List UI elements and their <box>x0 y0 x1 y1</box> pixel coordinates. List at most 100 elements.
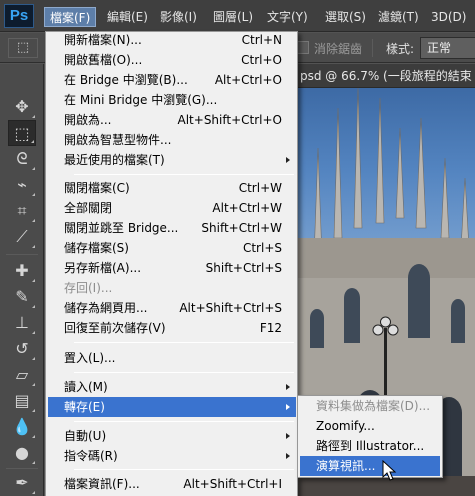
menu-item-new[interactable]: 開新檔案(N)... Ctrl+N <box>48 30 296 50</box>
submenu-item-paths-illustrator[interactable]: 路徑到 Illustrator... <box>300 436 440 456</box>
menu-edit[interactable]: 編輯(E) <box>102 7 153 27</box>
photoshop-logo: Ps <box>4 4 34 28</box>
menu-item-label: 全部關閉 <box>64 201 113 215</box>
menu-item-shortcut: Alt+Shift+Ctrl+O <box>177 113 282 127</box>
menu-item-label: 最近使用的檔案(T) <box>64 153 165 167</box>
menu-item-export[interactable]: 轉存(E) <box>48 397 296 417</box>
menu-item-label: 關閉檔案(C) <box>64 181 130 195</box>
lasso-icon[interactable]: ᘓ <box>8 146 36 172</box>
eyedropper-icon[interactable]: ⟋ <box>8 224 36 250</box>
menu-item-shortcut: Ctrl+W <box>238 181 282 195</box>
menu-layer[interactable]: 圖層(L) <box>208 7 258 27</box>
blur-icon[interactable]: 💧 <box>8 414 36 440</box>
menu-filter[interactable]: 濾鏡(T) <box>373 7 424 27</box>
menu-item-import[interactable]: 讀入(M) <box>48 377 296 397</box>
menu-item-label: 關閉並跳至 Bridge... <box>64 221 179 235</box>
submenu-item-label: 資料集做為檔案(D)... <box>316 399 431 413</box>
menu-item-open[interactable]: 開啟舊檔(O)... Ctrl+O <box>48 50 296 70</box>
submenu-item-zoomify[interactable]: Zoomify... <box>300 416 440 436</box>
menu-item-label: 回復至前次儲存(V) <box>64 321 166 335</box>
menu-item-close-go-bridge[interactable]: 關閉並跳至 Bridge... Shift+Ctrl+W <box>48 218 296 238</box>
menu-item-close[interactable]: 關閉檔案(C) Ctrl+W <box>48 178 296 198</box>
menu-item-recent-files[interactable]: 最近使用的檔案(T) <box>48 150 296 170</box>
mouse-cursor-icon <box>382 460 397 481</box>
move-tool-icon[interactable]: ✥ <box>8 94 36 120</box>
menu-separator <box>74 372 294 373</box>
crop-icon[interactable]: ⌗ <box>8 198 36 224</box>
eraser-icon[interactable]: ▱ <box>8 362 36 388</box>
menu-separator <box>74 342 294 343</box>
submenu-arrow-icon <box>286 404 290 410</box>
clone-stamp-icon[interactable]: ⊥ <box>8 310 36 336</box>
menu-item-label: 置入(L)... <box>64 351 116 365</box>
menu-item-shortcut: Ctrl+N <box>241 33 282 47</box>
menu-item-label: 在 Mini Bridge 中瀏覽(G)... <box>64 93 218 107</box>
menu-item-scripts[interactable]: 指令碼(R) <box>48 446 296 466</box>
tools-divider <box>6 468 38 469</box>
menu-item-label: 存回(I)... <box>64 281 113 295</box>
menu-item-save-as[interactable]: 另存新檔(A)... Shift+Ctrl+S <box>48 258 296 278</box>
menu-type[interactable]: 文字(Y) <box>262 7 313 27</box>
style-select[interactable]: 正常 <box>420 37 475 59</box>
menu-item-browse-bridge[interactable]: 在 Bridge 中瀏覽(B)... Alt+Ctrl+O <box>48 70 296 90</box>
quick-select-icon[interactable]: ⌁ <box>8 172 36 198</box>
menu-item-label: 指令碼(R) <box>64 449 118 463</box>
menu-item-place[interactable]: 置入(L)... <box>48 348 296 368</box>
submenu-item-render-video[interactable]: 演算視訊... <box>300 456 440 476</box>
menu-item-save[interactable]: 儲存檔案(S) Ctrl+S <box>48 238 296 258</box>
menu-item-file-info[interactable]: 檔案資訊(F)... Alt+Shift+Ctrl+I <box>48 474 296 494</box>
export-submenu: 資料集做為檔案(D)... Zoomify... 路徑到 Illustrator… <box>297 395 443 478</box>
menu-item-label: 開啟為智慧型物件... <box>64 133 172 147</box>
submenu-item-label: Zoomify... <box>316 419 375 433</box>
rectangular-marquee-icon[interactable]: ⬚ <box>8 120 36 146</box>
menu-item-open-as[interactable]: 開啟為... Alt+Shift+Ctrl+O <box>48 110 296 130</box>
menu-item-shortcut: Alt+Shift+Ctrl+S <box>179 301 282 315</box>
menu-item-label: 轉存(E) <box>64 400 105 414</box>
menu-item-shortcut: Shift+Ctrl+W <box>201 221 282 235</box>
antialias-label: 消除鋸齒 <box>314 42 363 56</box>
menu-item-close-all[interactable]: 全部關閉 Alt+Ctrl+W <box>48 198 296 218</box>
menu-separator <box>74 469 294 470</box>
document-tab[interactable]: psd @ 66.7% (一段旅程的結束 <box>296 64 475 88</box>
menu-item-automate[interactable]: 自動(U) <box>48 426 296 446</box>
menu-select[interactable]: 選取(S) <box>320 7 371 27</box>
menu-item-shortcut: Alt+Ctrl+W <box>212 201 282 215</box>
tool-preset-picker[interactable]: ⬚ <box>8 38 38 58</box>
menu-item-label: 開啟為... <box>64 113 112 127</box>
menu-item-label: 開新檔案(N)... <box>64 33 142 47</box>
file-menu-dropdown: 開新檔案(N)... Ctrl+N 開啟舊檔(O)... Ctrl+O 在 Brid… <box>45 31 298 496</box>
rectangular-marquee-icon: ⬚ <box>16 40 30 55</box>
pen-icon[interactable]: ✒ <box>8 470 36 496</box>
brush-icon[interactable]: ✎ <box>8 284 36 310</box>
spot-healing-brush-icon[interactable]: ✚ <box>8 258 36 284</box>
history-brush-icon[interactable]: ↺ <box>8 336 36 362</box>
menu-image[interactable]: 影像(I) <box>155 7 202 27</box>
menu-item-shortcut: Ctrl+S <box>242 241 282 255</box>
gradient-icon[interactable]: ▤ <box>8 388 36 414</box>
menu-item-revert[interactable]: 回復至前次儲存(V) F12 <box>48 318 296 338</box>
submenu-arrow-icon <box>286 384 290 390</box>
submenu-item-data-sets: 資料集做為檔案(D)... <box>300 396 440 416</box>
menu-item-open-smart-object[interactable]: 開啟為智慧型物件... <box>48 130 296 150</box>
menu-file[interactable]: 檔案(F) <box>44 7 97 27</box>
menu-bar: Ps 檔案(F) 編輯(E) 影像(I) 圖層(L) 文字(Y) 選取(S) 濾… <box>0 0 475 32</box>
menu-3d[interactable]: 3D(D) <box>426 7 471 27</box>
menu-item-check-in: 存回(I)... <box>48 278 296 298</box>
menu-item-label: 讀入(M) <box>64 380 108 394</box>
menu-item-shortcut: Ctrl+O <box>241 53 282 67</box>
menu-item-label: 自動(U) <box>64 429 107 443</box>
menu-item-label: 儲存為網頁用... <box>64 301 148 315</box>
menu-separator <box>74 421 294 422</box>
options-divider <box>372 39 373 57</box>
submenu-item-label: 路徑到 Illustrator... <box>316 439 425 453</box>
menu-item-browse-mini-bridge[interactable]: 在 Mini Bridge 中瀏覽(G)... <box>48 90 296 110</box>
style-label: 樣式: <box>386 42 415 56</box>
menu-separator <box>74 174 294 175</box>
menu-item-shortcut: F12 <box>259 321 282 335</box>
dodge-icon[interactable]: ● <box>8 440 36 466</box>
submenu-arrow-icon <box>286 157 290 163</box>
menu-item-shortcut: Alt+Ctrl+O <box>214 73 282 87</box>
menu-item-save-for-web[interactable]: 儲存為網頁用... Alt+Shift+Ctrl+S <box>48 298 296 318</box>
menu-item-label: 在 Bridge 中瀏覽(B)... <box>64 73 188 87</box>
submenu-item-label: 演算視訊... <box>316 459 376 473</box>
